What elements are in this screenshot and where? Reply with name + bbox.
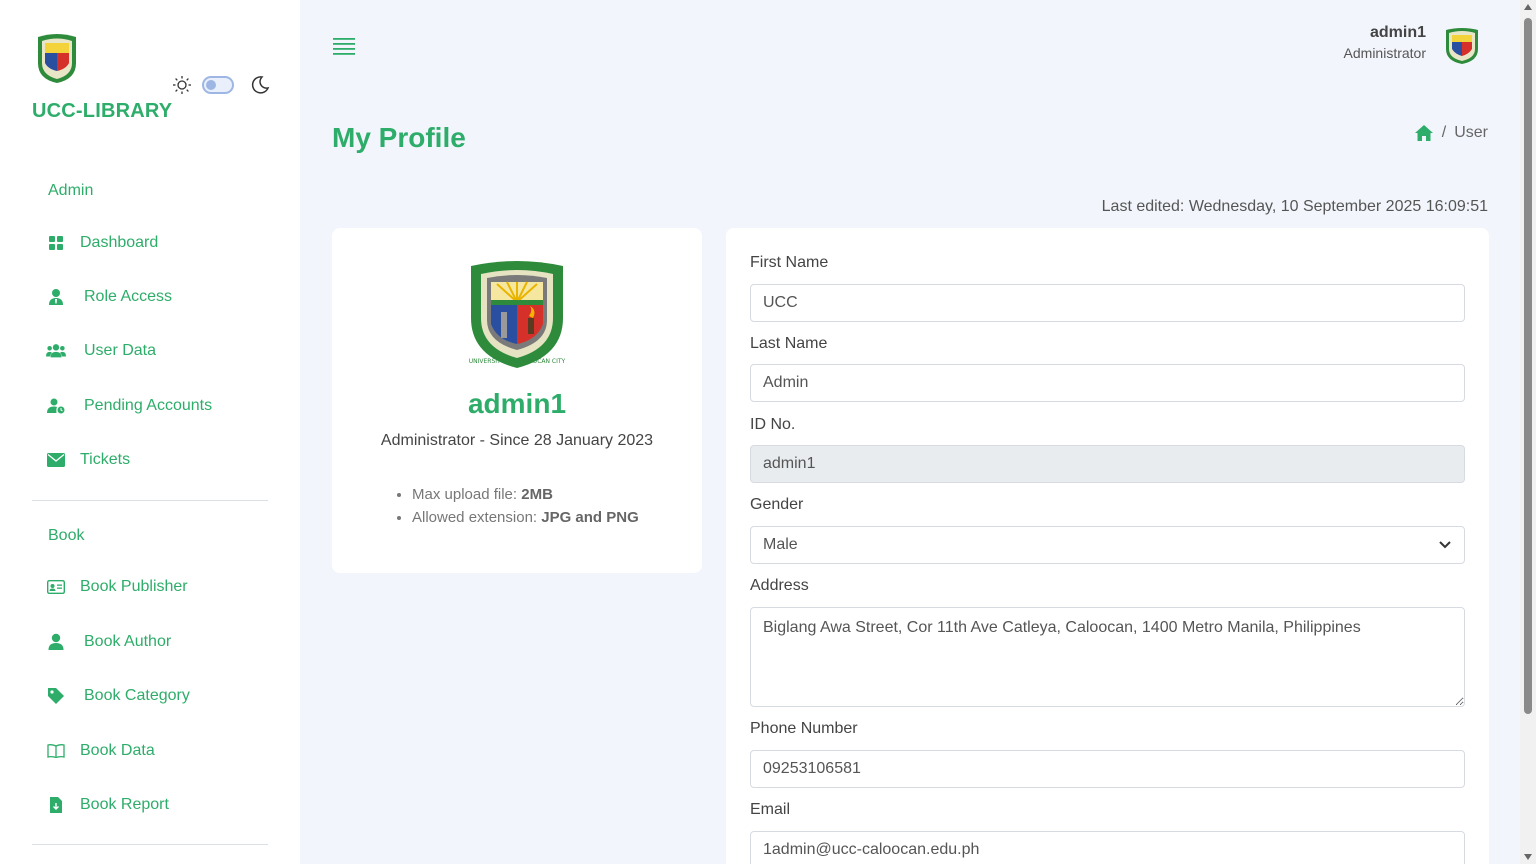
breadcrumb-separator: / — [1441, 124, 1447, 141]
sidebar-item-label: Book Category — [84, 687, 190, 704]
email-label: Email — [750, 801, 791, 818]
user-clock-icon — [46, 396, 66, 416]
section-title-book: Book — [48, 527, 85, 544]
sidebar-item-label: Pending Accounts — [84, 397, 213, 414]
user-icon — [46, 632, 66, 652]
sidebar: UCC-LIBRARY Admin Dashboard Role Access … — [0, 0, 300, 864]
sidebar-item-book-publisher[interactable]: Book Publisher — [32, 567, 268, 607]
sidebar-item-label: Book Report — [80, 796, 169, 813]
sidebar-item-label: User Data — [84, 342, 157, 359]
sidebar-item-book-category[interactable]: Book Category — [32, 676, 268, 716]
gender-select[interactable]: Male — [750, 526, 1465, 564]
profile-form: First Name Last Name ID No. Gender Male … — [726, 228, 1489, 864]
upload-notes: Max upload file: 2MB Allowed extension: … — [412, 486, 639, 532]
email-field[interactable] — [750, 831, 1465, 864]
id-no-field — [750, 445, 1465, 483]
sidebar-item-user-data[interactable]: User Data — [32, 331, 268, 371]
breadcrumb-current: User — [1454, 124, 1488, 141]
page-title: My Profile — [332, 122, 466, 153]
id-no-label: ID No. — [750, 416, 796, 433]
profile-photo[interactable]: UNIVERSITY OF CALOOCAN CITY — [467, 260, 567, 370]
sidebar-item-book-data[interactable]: Book Data — [32, 731, 268, 771]
sidebar-item-pending-accounts[interactable]: Pending Accounts — [32, 386, 268, 426]
sidebar-item-role-access[interactable]: Role Access — [32, 277, 268, 317]
sidebar-item-label: Book Author — [84, 633, 172, 650]
scrollbar-thumb[interactable] — [1524, 18, 1532, 714]
sidebar-item-label: Role Access — [84, 288, 173, 305]
phone-field[interactable] — [750, 750, 1465, 788]
last-edited-text: Last edited: Wednesday, 10 September 202… — [1101, 198, 1488, 215]
sidebar-item-label: Book Publisher — [80, 578, 188, 595]
sidebar-item-label: Book Data — [80, 742, 155, 759]
last-name-field[interactable] — [750, 364, 1465, 402]
address-label: Address — [750, 577, 809, 594]
sidebar-item-book-report[interactable]: Book Report — [32, 785, 268, 825]
sidebar-item-book-author[interactable]: Book Author — [32, 622, 268, 662]
tag-icon — [46, 686, 66, 706]
first-name-label: First Name — [750, 254, 829, 271]
envelope-icon — [46, 450, 66, 470]
chevron-down-icon — [1439, 541, 1451, 549]
book-open-icon — [46, 741, 66, 761]
file-download-icon — [46, 795, 66, 815]
sidebar-divider — [32, 844, 268, 845]
breadcrumb: / User — [1414, 124, 1488, 142]
brand-title[interactable]: UCC-LIBRARY — [32, 100, 172, 123]
first-name-field[interactable] — [750, 284, 1465, 322]
sidebar-divider — [32, 500, 268, 501]
user-tie-icon — [46, 287, 66, 307]
profile-card: UNIVERSITY OF CALOOCAN CITY admin1 Admin… — [332, 228, 702, 573]
page-scrollbar[interactable] — [1520, 0, 1536, 864]
home-icon[interactable] — [1414, 124, 1434, 142]
section-title-admin: Admin — [48, 182, 94, 199]
scroll-up-icon[interactable] — [1524, 4, 1532, 10]
topbar-username: admin1 — [1369, 24, 1426, 41]
sidebar-item-dashboard[interactable]: Dashboard — [32, 223, 268, 263]
avatar[interactable] — [1444, 27, 1480, 65]
moon-icon — [251, 76, 270, 94]
svg-text:UNIVERSITY OF CALOOCAN CITY: UNIVERSITY OF CALOOCAN CITY — [469, 358, 566, 365]
profile-subtitle: Administrator - Since 28 January 2023 — [380, 432, 654, 449]
users-icon — [46, 341, 66, 361]
hamburger-menu-icon[interactable] — [333, 36, 355, 56]
sidebar-item-label: Tickets — [80, 451, 131, 468]
topbar-role: Administrator — [1343, 45, 1426, 61]
sidebar-item-tickets[interactable]: Tickets — [32, 440, 268, 480]
university-logo[interactable] — [34, 33, 80, 85]
profile-name: admin1 — [467, 388, 567, 419]
gender-selected-value: Male — [763, 536, 798, 553]
phone-label: Phone Number — [750, 720, 858, 737]
grid-icon — [46, 233, 66, 253]
address-field[interactable]: Biglang Awa Street, Cor 11th Ave Catleya… — [750, 607, 1465, 707]
id-card-icon — [46, 577, 66, 597]
last-name-label: Last Name — [750, 335, 828, 352]
theme-toggle[interactable] — [172, 75, 270, 95]
gender-label: Gender — [750, 496, 804, 513]
list-item: Allowed extension: JPG and PNG — [412, 509, 639, 526]
sidebar-item-label: Dashboard — [80, 234, 159, 251]
sun-icon — [173, 76, 191, 94]
scroll-down-icon[interactable] — [1524, 854, 1532, 860]
dark-mode-switch[interactable] — [202, 76, 234, 94]
user-menu[interactable]: admin1 Administrator — [1344, 24, 1426, 61]
list-item: Max upload file: 2MB — [412, 486, 639, 503]
